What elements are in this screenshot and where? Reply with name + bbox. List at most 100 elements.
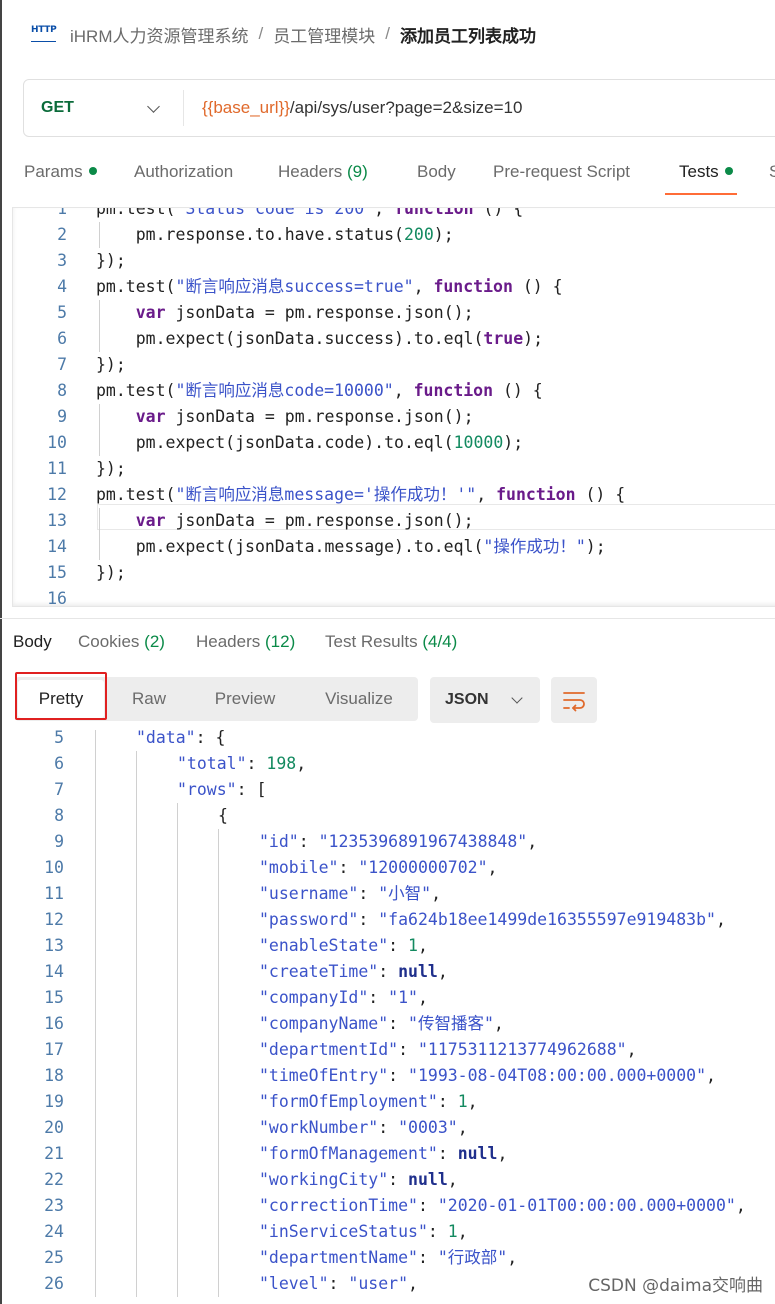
json-line: 12 "password": "fa624b18ee1499de16355597e… [0, 907, 770, 933]
json-text: "createTime": null, [259, 962, 448, 981]
json-line: 5 "data": { [0, 730, 770, 751]
tab-response-headers[interactable]: Headers (12) [196, 632, 295, 652]
tab-cookies[interactable]: Cookies (2) [78, 632, 165, 652]
indent-guide [177, 959, 178, 985]
indent-guide [218, 1011, 219, 1037]
mode-raw[interactable]: Raw [119, 677, 179, 721]
indent-guide [177, 1141, 178, 1167]
line-number: 6 [54, 754, 64, 773]
json-line: 24 "inServiceStatus": 1, [0, 1219, 770, 1245]
json-line: 20 "workNumber": "0003", [0, 1115, 770, 1141]
tab-headers[interactable]: Headers (9) [278, 162, 368, 182]
indent-guide [218, 1089, 219, 1115]
line-number: 15 [44, 988, 64, 1007]
mode-visualize[interactable]: Visualize [313, 677, 405, 721]
code-line: 3}); [13, 248, 775, 274]
indent-guide [136, 1063, 137, 1089]
code-line: 14 pm.expect(jsonData.message).to.eql("操… [13, 534, 775, 560]
response-body-viewer[interactable]: 5 "data": {6 "total": 198, 7 "rows": [8{9 "id… [0, 730, 775, 1304]
code-line: 10 pm.expect(jsonData.code).to.eql(10000… [13, 430, 775, 456]
code-line: 2 pm.response.to.have.status(200); [13, 222, 775, 248]
method-select[interactable]: GET [24, 90, 184, 126]
indent-guide [177, 1271, 178, 1297]
indent-guide [177, 1115, 178, 1141]
json-text: "id": "1235396891967438848", [259, 832, 538, 851]
indent-guide [218, 1167, 219, 1193]
chevron-down-icon [147, 99, 160, 113]
indent-guide [99, 534, 100, 560]
tab-pre-request-script[interactable]: Pre-request Script [493, 162, 630, 182]
tab-body[interactable]: Body [417, 162, 456, 182]
indent-guide [136, 1089, 137, 1115]
mode-preview[interactable]: Preview [203, 677, 287, 721]
code-text: pm.response.to.have.status(200); [96, 225, 454, 244]
code-text: }); [96, 355, 126, 374]
tests-script-editor[interactable]: 1 pm.test("Status code is 200", function … [12, 207, 775, 607]
indent-guide [177, 1063, 178, 1089]
json-line: 25 "departmentName": "行政部", [0, 1245, 770, 1271]
json-text: "companyName": "传智播客", [259, 1014, 504, 1033]
tab-authorization[interactable]: Authorization [134, 162, 233, 182]
indent-guide [218, 907, 219, 933]
line-number: 23 [44, 1196, 64, 1215]
indent-guide [95, 1011, 96, 1037]
json-text: "formOfEmployment": 1, [259, 1092, 478, 1111]
breadcrumb-folder[interactable]: 员工管理模块 [273, 22, 375, 47]
tab-settings[interactable]: S [769, 162, 775, 182]
line-number: 22 [44, 1170, 64, 1189]
json-text: "companyId": "1", [259, 988, 428, 1007]
breadcrumb-collection[interactable]: iHRM人力资源管理系统 [70, 22, 249, 47]
url-variable: {{base_url}} [202, 98, 290, 117]
json-line: 10 "mobile": "12000000702", [0, 855, 770, 881]
code-text: var jsonData = pm.response.json(); [135, 303, 474, 322]
code-text: pm.expect(jsonData.success).to.eql(true)… [96, 329, 544, 348]
format-select[interactable]: JSON [430, 677, 540, 723]
indent-guide [136, 959, 137, 985]
code-text: pm.expect(jsonData.message).to.eql("操作成功… [96, 537, 606, 556]
indent-guide [136, 1115, 137, 1141]
json-line: 22 "workingCity": null, [0, 1167, 770, 1193]
json-text: "total": 198, [177, 754, 307, 773]
tab-test-results[interactable]: Test Results (4/4) [325, 632, 457, 652]
indent-guide [99, 508, 100, 534]
pane-divider[interactable] [0, 618, 775, 619]
indent-guide [218, 1037, 219, 1063]
json-text: "rows": [ [177, 780, 267, 799]
indent-guide [136, 1011, 137, 1037]
line-number: 7 [57, 355, 67, 374]
line-number: 24 [44, 1222, 64, 1241]
indent-guide [95, 881, 96, 907]
wrap-lines-button[interactable] [551, 677, 597, 723]
indent-guide [177, 933, 178, 959]
line-number: 9 [54, 832, 64, 851]
indent-guide [95, 907, 96, 933]
line-number: 14 [44, 962, 64, 981]
line-number: 26 [44, 1274, 64, 1293]
indent-guide [99, 300, 100, 326]
line-number: 15 [47, 563, 67, 582]
indent-guide [136, 1219, 137, 1245]
code-line: 15}); [13, 560, 775, 586]
indent-guide [218, 1219, 219, 1245]
json-text: "data": { [136, 730, 226, 747]
json-line: 15 "companyId": "1", [0, 985, 770, 1011]
tab-tests[interactable]: Tests [679, 162, 733, 182]
indent-guide [136, 933, 137, 959]
code-text: var jsonData = pm.response.json(); [135, 407, 474, 426]
indent-guide [136, 803, 137, 829]
tab-params[interactable]: Params [24, 162, 97, 182]
tab-response-body[interactable]: Body [13, 632, 52, 652]
indent-guide [218, 881, 219, 907]
indent-guide [99, 430, 100, 456]
indent-guide [177, 855, 178, 881]
format-label: JSON [445, 691, 489, 708]
indent-guide [218, 959, 219, 985]
url-input[interactable]: {{base_url}}/api/sys/user?page=2&size=10 [202, 98, 522, 118]
breadcrumb-separator: / [258, 24, 264, 43]
code-line: 4 pm.test("断言响应消息success=true", function … [13, 274, 775, 300]
code-text: pm.test("Status code is 200", function (… [96, 207, 524, 218]
json-line: 14 "createTime": null, [0, 959, 770, 985]
line-number: 14 [47, 537, 67, 556]
indent-guide [177, 1089, 178, 1115]
request-name[interactable]: 添加员工列表成功 [400, 22, 536, 47]
